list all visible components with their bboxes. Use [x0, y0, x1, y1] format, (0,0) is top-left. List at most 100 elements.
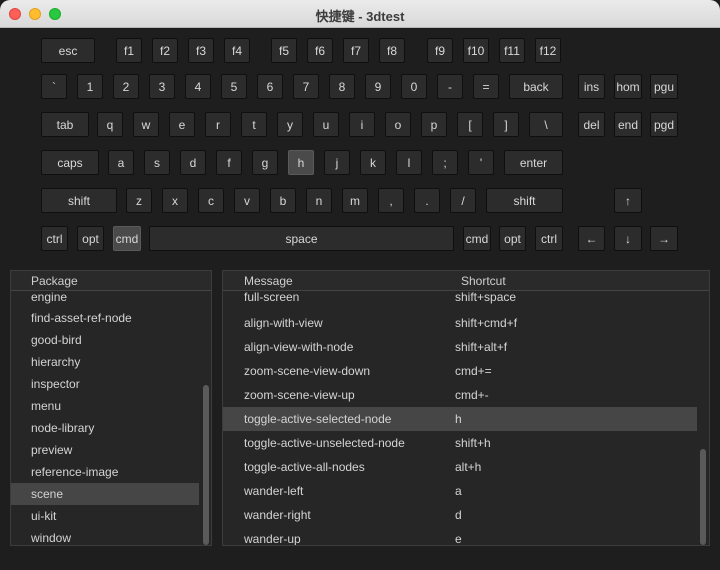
key-quote[interactable]: ' [468, 150, 494, 175]
package-item-preview[interactable]: preview [11, 439, 199, 461]
package-scrollbar-thumb[interactable] [203, 385, 209, 545]
shortcut-row-selected[interactable]: toggle-active-selected-node h [223, 407, 697, 431]
key-i[interactable]: i [349, 112, 375, 137]
shortcut-row[interactable]: toggle-active-all-nodes alt+h [223, 455, 697, 479]
key-pgdn[interactable]: pgd [650, 112, 678, 137]
key-f[interactable]: f [216, 150, 242, 175]
key-tab[interactable]: tab [41, 112, 89, 137]
package-item-menu[interactable]: menu [11, 395, 199, 417]
key-arrow-left[interactable]: ← [578, 226, 605, 251]
key-caps[interactable]: caps [41, 150, 99, 175]
key-j[interactable]: j [324, 150, 350, 175]
shortcut-row[interactable]: full-screen shift+space [223, 288, 697, 308]
key-pgup[interactable]: pgu [650, 74, 678, 99]
shortcut-row[interactable]: zoom-scene-view-down cmd+= [223, 359, 697, 383]
key-1[interactable]: 1 [77, 74, 103, 99]
key-backslash[interactable]: \ [529, 112, 563, 137]
key-g[interactable]: g [252, 150, 278, 175]
key-z[interactable]: z [126, 188, 152, 213]
package-item-window[interactable]: window [11, 527, 199, 545]
shortcut-row[interactable]: wander-right d [223, 503, 697, 527]
key-f12[interactable]: f12 [535, 38, 561, 63]
key-del[interactable]: del [578, 112, 605, 137]
shortcut-row[interactable]: wander-left a [223, 479, 697, 503]
key-d[interactable]: d [180, 150, 206, 175]
key-7[interactable]: 7 [293, 74, 319, 99]
key-e[interactable]: e [169, 112, 195, 137]
key-arrow-right[interactable]: → [650, 226, 678, 251]
key-m[interactable]: m [342, 188, 368, 213]
key-4[interactable]: 4 [185, 74, 211, 99]
shortcut-row[interactable]: toggle-active-unselected-node shift+h [223, 431, 697, 455]
key-6[interactable]: 6 [257, 74, 283, 99]
key-f2[interactable]: f2 [152, 38, 178, 63]
key-ins[interactable]: ins [578, 74, 605, 99]
key-end[interactable]: end [614, 112, 642, 137]
key-3[interactable]: 3 [149, 74, 175, 99]
package-item-ui-kit[interactable]: ui-kit [11, 505, 199, 527]
shortcut-row[interactable]: zoom-scene-view-up cmd+- [223, 383, 697, 407]
key-p[interactable]: p [421, 112, 447, 137]
package-item-find-asset-ref-node[interactable]: find-asset-ref-node [11, 307, 199, 329]
key-f7[interactable]: f7 [343, 38, 369, 63]
package-item-hierarchy[interactable]: hierarchy [11, 351, 199, 373]
key-home[interactable]: hom [614, 74, 642, 99]
key-cmd-right[interactable]: cmd [463, 226, 491, 251]
key-b[interactable]: b [270, 188, 296, 213]
key-f6[interactable]: f6 [307, 38, 333, 63]
key-0[interactable]: 0 [401, 74, 427, 99]
key-opt-right[interactable]: opt [499, 226, 526, 251]
key-2[interactable]: 2 [113, 74, 139, 99]
package-item-inspector[interactable]: inspector [11, 373, 199, 395]
key-opt-left[interactable]: opt [77, 226, 104, 251]
key-cmd-left-active[interactable]: cmd [113, 226, 141, 251]
key-backtick[interactable]: ` [41, 74, 67, 99]
package-item-engine[interactable]: engine [11, 287, 199, 307]
key-k[interactable]: k [360, 150, 386, 175]
key-slash[interactable]: / [450, 188, 476, 213]
key-arrow-up[interactable]: ↑ [614, 188, 642, 213]
key-back[interactable]: back [509, 74, 563, 99]
shortcut-scrollbar-thumb[interactable] [700, 449, 706, 545]
key-f4[interactable]: f4 [224, 38, 250, 63]
key-equals[interactable]: = [473, 74, 499, 99]
key-ctrl-left[interactable]: ctrl [41, 226, 68, 251]
key-l[interactable]: l [396, 150, 422, 175]
key-h-active[interactable]: h [288, 150, 314, 175]
key-f10[interactable]: f10 [463, 38, 489, 63]
key-f5[interactable]: f5 [271, 38, 297, 63]
key-f8[interactable]: f8 [379, 38, 405, 63]
key-w[interactable]: w [133, 112, 159, 137]
key-comma[interactable]: , [378, 188, 404, 213]
key-arrow-down[interactable]: ↓ [614, 226, 642, 251]
message-column-header[interactable]: Message [244, 274, 293, 288]
key-semicolon[interactable]: ; [432, 150, 458, 175]
shortcut-column-header[interactable]: Shortcut [461, 274, 506, 288]
key-9[interactable]: 9 [365, 74, 391, 99]
key-q[interactable]: q [97, 112, 123, 137]
package-item-scene-selected[interactable]: scene [11, 483, 199, 505]
package-column-header[interactable]: Package [31, 274, 78, 288]
key-s[interactable]: s [144, 150, 170, 175]
package-item-good-bird[interactable]: good-bird [11, 329, 199, 351]
key-ctrl-right[interactable]: ctrl [535, 226, 563, 251]
key-f11[interactable]: f11 [499, 38, 525, 63]
key-space[interactable]: space [149, 226, 454, 251]
package-item-reference-image[interactable]: reference-image [11, 461, 199, 483]
key-a[interactable]: a [108, 150, 134, 175]
key-shift-right[interactable]: shift [486, 188, 563, 213]
key-c[interactable]: c [198, 188, 224, 213]
key-esc[interactable]: esc [41, 38, 95, 63]
key-n[interactable]: n [306, 188, 332, 213]
key-period[interactable]: . [414, 188, 440, 213]
key-f9[interactable]: f9 [427, 38, 453, 63]
key-v[interactable]: v [234, 188, 260, 213]
key-8[interactable]: 8 [329, 74, 355, 99]
key-u[interactable]: u [313, 112, 339, 137]
key-o[interactable]: o [385, 112, 411, 137]
shortcut-row[interactable]: align-view-with-node shift+alt+f [223, 335, 697, 359]
key-enter[interactable]: enter [504, 150, 563, 175]
key-shift-left[interactable]: shift [41, 188, 117, 213]
shortcut-row[interactable]: align-with-view shift+cmd+f [223, 311, 697, 335]
key-minus[interactable]: - [437, 74, 463, 99]
